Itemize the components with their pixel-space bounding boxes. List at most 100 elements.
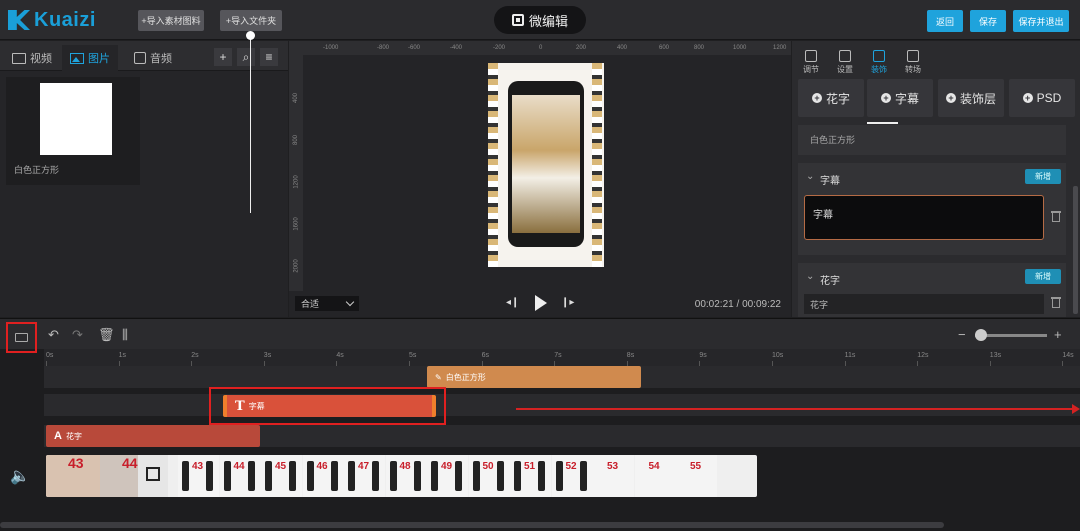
timeline-tick-label: 1s — [118, 352, 126, 359]
timeline-tick-label: 7s — [554, 352, 562, 359]
search-media-button[interactable]: ⌕ — [237, 48, 255, 66]
chevron-down-icon[interactable]: ⌄ — [806, 271, 814, 282]
timeline-tick-label: 2s — [191, 352, 199, 359]
ruler-label: -400 — [450, 45, 463, 51]
ruler-label: -600 — [408, 45, 421, 51]
tab-decorate[interactable]: 装饰 — [862, 43, 896, 75]
tab-adjust[interactable]: 调节 — [794, 43, 828, 75]
phone-thumbnail — [289, 461, 296, 491]
tab-video[interactable]: 视频 — [4, 45, 60, 71]
speaker-icon[interactable]: 🔈 — [10, 466, 30, 486]
brush-icon — [873, 50, 885, 62]
frame-number: 55 — [690, 461, 702, 472]
add-decor-layer-button[interactable]: + 装饰层 — [938, 79, 1004, 117]
save-button[interactable]: 保存 — [970, 10, 1006, 32]
phone-thumbnail — [372, 461, 379, 491]
ruler-label: 1200 — [293, 175, 300, 189]
timeline-tick-label: 9s — [699, 352, 707, 359]
chevron-down-icon[interactable]: ⌄ — [806, 171, 814, 182]
video-frame: 51 — [510, 455, 551, 497]
plus-circle-icon: + — [880, 93, 891, 103]
annotation-arrow — [516, 408, 1073, 410]
ruler-label: -800 — [377, 45, 390, 51]
panel-scrollbar[interactable] — [1073, 186, 1078, 314]
decor-layer-section[interactable]: 白色正方形 — [798, 125, 1066, 155]
save-exit-button[interactable]: 保存并退出 — [1013, 10, 1069, 32]
subtitle-text-field[interactable]: 字幕 — [804, 195, 1044, 240]
video-track-clip[interactable]: 43 44 43 44 45 46 47 48 49 50 51 52 53 54 55 — [46, 455, 757, 497]
delete-icon[interactable]: 🗑 — [98, 328, 115, 341]
frame-number: 43 — [68, 455, 84, 471]
subtitle-section-title: 字幕 — [820, 176, 840, 187]
logo-text: Kuaizi — [34, 8, 96, 31]
video-frame: 52 — [551, 455, 593, 497]
new-subtitle-button[interactable]: 新增 — [1025, 169, 1061, 184]
trash-icon[interactable] — [1051, 297, 1061, 308]
vertical-ruler: 400 800 1200 1600 2000 — [289, 55, 303, 291]
video-frame: 50 — [468, 455, 510, 497]
fancy-text-field[interactable]: 花字 — [804, 294, 1044, 314]
split-icon[interactable]: ⫼ — [122, 328, 128, 341]
tab-transition[interactable]: 转场 — [896, 43, 930, 75]
decor-layer-label: 白色正方形 — [810, 135, 856, 145]
timeline-horizontal-scrollbar[interactable] — [0, 522, 944, 528]
decor-clip[interactable]: ✎ 白色正方形 — [427, 366, 641, 388]
sliders-icon — [839, 50, 851, 62]
editor-title-text: 微编辑 — [528, 13, 568, 29]
list-icon: ≡ — [265, 50, 273, 64]
collage-strip — [488, 63, 498, 267]
play-button[interactable] — [535, 295, 547, 311]
playhead-handle[interactable] — [246, 31, 255, 40]
add-media-button[interactable]: + — [214, 48, 232, 66]
frame-number: 51 — [524, 461, 536, 472]
back-button[interactable]: 返回 — [927, 10, 963, 32]
current-time: 00:02:21 — [694, 299, 734, 310]
list-view-button[interactable]: ≡ — [260, 48, 278, 66]
media-item[interactable]: 白色正方形 — [6, 77, 140, 185]
chevron-down-icon — [345, 297, 355, 307]
add-psd-button[interactable]: + PSD — [1009, 79, 1075, 117]
tab-video-label: 视频 — [30, 53, 52, 65]
video-frame: 47 — [344, 455, 385, 497]
plus-icon: + — [219, 50, 227, 64]
media-library-panel: 视频 图片 音频 + ⌕ ≡ 白色正方形 — [0, 41, 288, 317]
white-square-thumbnail — [40, 83, 112, 155]
video-frame: 46 — [302, 455, 344, 497]
frame-number: 53 — [607, 461, 619, 472]
media-tabs: 视频 图片 音频 + ⌕ ≡ — [0, 41, 288, 71]
zoom-in-icon[interactable]: + — [1054, 328, 1062, 341]
frame-number: 49 — [441, 461, 453, 472]
add-fancy-text-button[interactable]: + 花字 — [798, 79, 864, 117]
import-folder-button[interactable]: +导入文件夹 — [220, 10, 282, 31]
tab-image[interactable]: 图片 — [62, 45, 118, 71]
tab-image-label: 图片 — [88, 53, 110, 65]
add-subtitle-label: 字幕 — [894, 91, 919, 106]
import-material-button[interactable]: +导入素材图料 — [138, 10, 204, 31]
keyboard-shortcut-button[interactable] — [6, 322, 37, 353]
timeline-tick-label: 11s — [844, 352, 856, 359]
prev-frame-button[interactable]: ◂❙ — [506, 297, 519, 308]
tab-settings[interactable]: 设置 — [828, 43, 862, 75]
fancy-text-clip[interactable]: A 花字 — [46, 425, 260, 447]
transition-icon — [907, 50, 919, 62]
redo-icon[interactable]: ↷ — [72, 328, 83, 341]
canvas-preview-image[interactable] — [488, 63, 604, 267]
plus-circle-icon: + — [945, 93, 956, 103]
trash-icon[interactable] — [1051, 211, 1061, 222]
timeline-ruler[interactable]: 0s 1s 2s 3s 4s 5s 6s 7s 8s 9s 10s 11s 12s 13s 14s — [44, 349, 1080, 367]
zoom-slider-handle[interactable] — [975, 329, 987, 341]
tab-audio[interactable]: 音频 — [126, 45, 180, 71]
next-frame-button[interactable]: ❙▸ — [561, 297, 574, 308]
timeline-tick-label: 8s — [626, 352, 635, 359]
ruler-label: 200 — [576, 45, 587, 51]
add-subtitle-button[interactable]: + 字幕 — [867, 79, 933, 117]
frame-number: 46 — [316, 461, 328, 472]
phone-thumbnail — [514, 461, 521, 491]
video-frame: 43 — [46, 455, 100, 497]
undo-icon[interactable]: ↶ — [48, 328, 59, 341]
decor-clip-label: 白色正方形 — [445, 372, 486, 382]
new-fancy-text-button[interactable]: 新增 — [1025, 269, 1061, 284]
zoom-out-icon[interactable]: − — [958, 328, 966, 341]
playhead[interactable] — [250, 35, 251, 213]
fit-select[interactable]: 合适 — [295, 296, 359, 311]
